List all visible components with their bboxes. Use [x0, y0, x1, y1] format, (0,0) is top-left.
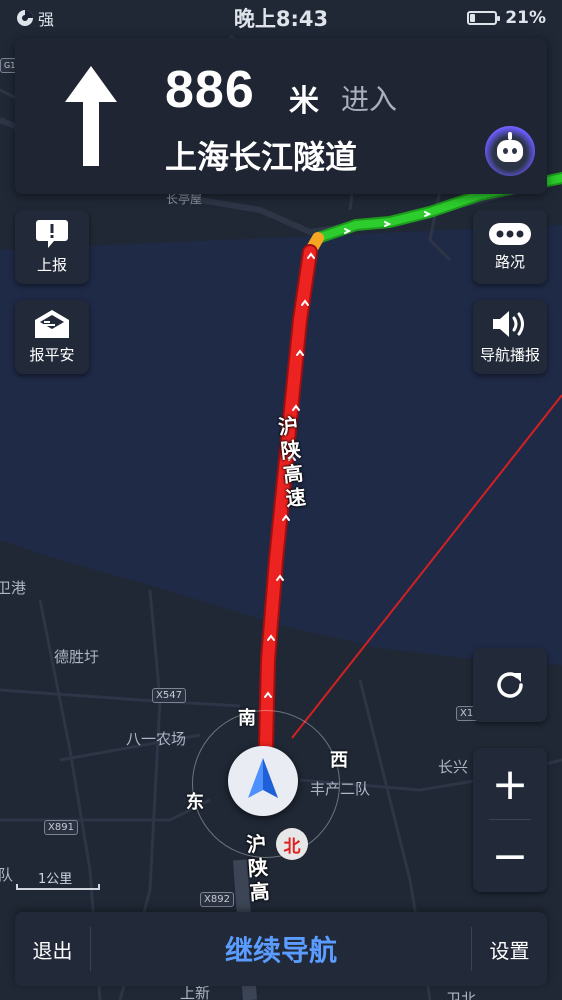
traffic-button[interactable]: 路况: [473, 210, 547, 284]
distance-value: 886: [165, 61, 255, 119]
next-road-name: 上海长江隧道: [165, 138, 358, 176]
envelope-icon: [35, 309, 69, 338]
report-icon: [36, 219, 68, 248]
traffic-label: 路况: [494, 252, 525, 271]
safe-report-label: 报平安: [29, 345, 75, 364]
map-label: 队: [0, 866, 14, 884]
navigation-arrow-icon: [248, 758, 278, 798]
straight-arrow-icon: [65, 66, 117, 166]
map-label: 卫北: [446, 990, 477, 1000]
safe-report-button[interactable]: 报平安: [15, 300, 89, 374]
bottom-bar: 退出 继续导航 设置: [15, 912, 547, 986]
vehicle-position: [228, 746, 298, 816]
zoom-controls: + −: [473, 748, 547, 892]
exit-button[interactable]: 退出: [15, 935, 90, 964]
battery-icon: [467, 11, 501, 25]
guidance-card: 886 米 进入 上海长江隧道: [15, 38, 547, 194]
compass-west: 西: [330, 750, 348, 771]
status-bar: 强 晚上8:43 21%: [0, 0, 562, 36]
zoom-out-button[interactable]: −: [473, 820, 547, 892]
compass-east: 东: [186, 792, 204, 813]
road-shield: X892: [200, 892, 234, 907]
voice-assistant-icon[interactable]: [485, 126, 535, 176]
map-label: 卫港: [0, 579, 27, 597]
scale-bar: [16, 884, 100, 890]
more-dots-icon: [489, 222, 531, 245]
map-scale: 1公里: [16, 868, 100, 892]
voice-broadcast-label: 导航播报: [479, 345, 540, 364]
signal-strength: 强: [38, 10, 55, 29]
voice-broadcast-button[interactable]: 导航播报: [473, 300, 547, 374]
map-label: 德胜圩: [54, 648, 100, 666]
continue-navigation-button[interactable]: 继续导航: [91, 929, 471, 969]
map-label: 八一农场: [126, 730, 187, 748]
settings-button[interactable]: 设置: [472, 935, 547, 964]
compass-south: 南: [238, 708, 256, 729]
refresh-icon: [497, 672, 523, 698]
signal-icon: [17, 10, 33, 26]
maneuver-action: 进入: [341, 83, 398, 116]
recenter-button[interactable]: [473, 648, 547, 722]
report-label: 上报: [36, 255, 67, 274]
zoom-in-button[interactable]: +: [473, 748, 547, 820]
signal-indicator: 强: [16, 6, 54, 30]
compass-north[interactable]: 北: [276, 828, 308, 860]
battery-percent: 21%: [505, 8, 546, 28]
speaker-icon: [493, 310, 524, 337]
distance-unit: 米: [289, 84, 319, 119]
road-shield: X891: [44, 820, 78, 835]
map-label: 长兴: [438, 758, 469, 776]
report-button[interactable]: 上报: [15, 210, 89, 284]
road-shield: X547: [152, 688, 186, 703]
